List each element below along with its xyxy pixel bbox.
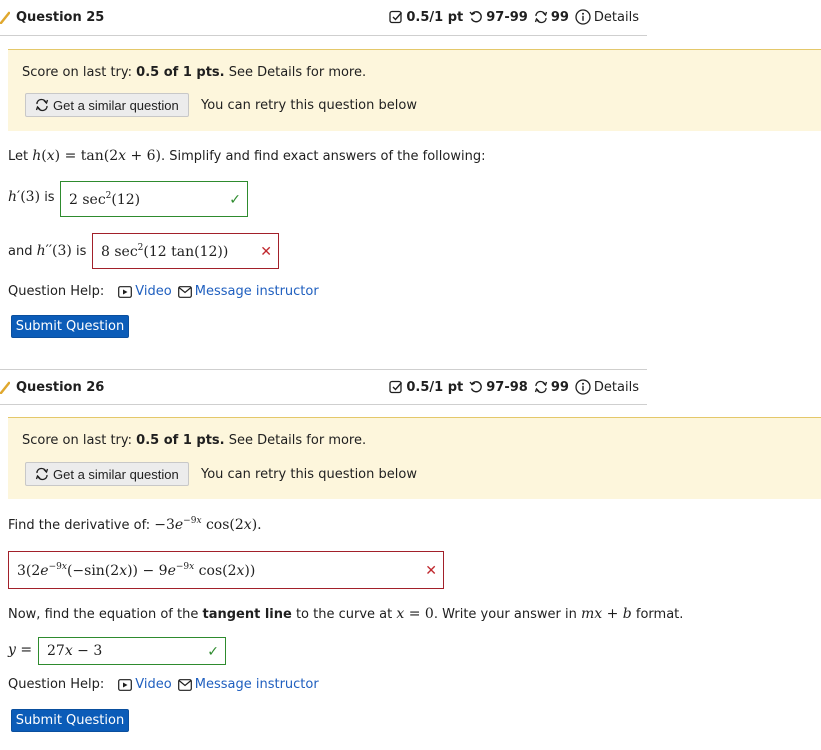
submit-question-button[interactable]: Submit Question (11, 709, 129, 732)
score-indicator: 0.5/1 pt (389, 10, 463, 25)
checkbox-icon (389, 380, 403, 394)
question-prompt: Find the derivative of: −3e−9x cos(2x). (8, 516, 262, 533)
question-prompt: Let h(x) = tan(2x + 6). Simplify and fin… (8, 148, 486, 164)
undo-icon (469, 381, 483, 393)
y-equals-label: y = (8, 642, 33, 658)
pencil-icon (0, 11, 10, 24)
video-link[interactable]: Video (118, 284, 172, 299)
video-icon (118, 678, 133, 691)
incorrect-x-icon: ✕ (425, 563, 437, 579)
part1-answer-field[interactable]: 2 sec2(12) ✓ (60, 181, 248, 217)
score-text: 0.5/1 pt (406, 379, 464, 395)
video-icon (118, 285, 133, 298)
derivative-answer-value: 3(2e−9x(−sin(2x)) − 9e−9x cos(2x)) (17, 561, 256, 579)
similar-question-button[interactable]: Get a similar question (25, 93, 189, 117)
score-line: Score on last try: 0.5 of 1 pts. See Det… (22, 433, 367, 448)
correct-check-icon: ✓ (207, 644, 219, 660)
score-text: 0.5/1 pt (406, 9, 464, 25)
retry-text: You can retry this question below (201, 98, 417, 113)
checkbox-icon (389, 10, 403, 24)
retry-icon (534, 10, 547, 24)
tangent-answer-value: 27x − 3 (47, 643, 103, 659)
part1-label: h′(3) is (8, 189, 55, 205)
pencil-icon (0, 381, 10, 394)
mail-icon (177, 285, 192, 298)
derivative-answer-field[interactable]: 3(2e−9x(−sin(2x)) − 9e−9x cos(2x)) ✕ (8, 551, 444, 589)
retry-icon (35, 467, 49, 481)
attempts-text: 97-98 (486, 379, 528, 395)
score-notice: Score on last try: 0.5 of 1 pts. See Det… (8, 49, 821, 131)
info-icon (575, 379, 591, 395)
help-label: Question Help: (8, 284, 105, 299)
attempts-text: 97-99 (486, 9, 528, 25)
similar-question-button[interactable]: Get a similar question (25, 462, 189, 486)
retries-indicator: 99 (534, 10, 569, 25)
question-25-header: Question 25 0.5/1 pt 97-99 99 Details (0, 0, 647, 36)
retry-icon (534, 380, 547, 394)
details-label: Details (593, 9, 639, 25)
score-line: Score on last try: 0.5 of 1 pts. See Det… (22, 65, 367, 80)
part1-answer-value: 2 sec2(12) (69, 190, 141, 208)
correct-check-icon: ✓ (229, 192, 241, 208)
tangent-answer-field[interactable]: 27x − 3 ✓ (38, 637, 226, 665)
video-link[interactable]: Video (118, 677, 172, 692)
details-label: Details (593, 379, 639, 395)
help-label: Question Help: (8, 677, 105, 692)
retry-text: You can retry this question below (201, 467, 417, 482)
details-link[interactable]: Details (575, 379, 639, 395)
function-expression: h(x) = tan(2x + 6) (32, 148, 162, 164)
mail-icon (177, 678, 192, 691)
part2-answer-field[interactable]: 8 sec2(12 tan(12)) ✕ (92, 233, 279, 269)
question-title: Question 26 (16, 380, 105, 395)
tangent-prompt: Now, find the equation of the tangent li… (8, 606, 684, 622)
question-26-header: Question 26 0.5/1 pt 97-98 99 Details (0, 369, 647, 405)
retries-indicator: 99 (534, 380, 569, 395)
retries-text: 99 (550, 9, 569, 25)
submit-question-button[interactable]: Submit Question (11, 315, 129, 338)
message-instructor-link[interactable]: Message instructor (177, 284, 319, 299)
attempts-indicator: 97-99 (469, 10, 528, 25)
incorrect-x-icon: ✕ (260, 244, 272, 260)
message-instructor-link[interactable]: Message instructor (177, 677, 319, 692)
function-expression: −3e−9x cos(2x). (154, 516, 262, 533)
part2-label: and h′′(3) is (8, 243, 87, 259)
attempts-indicator: 97-98 (469, 380, 528, 395)
question-title: Question 25 (16, 10, 105, 25)
part2-answer-value: 8 sec2(12 tan(12)) (101, 242, 229, 260)
details-link[interactable]: Details (575, 9, 639, 25)
question-help: Question Help: Video Message instructor (8, 677, 319, 692)
question-help: Question Help: Video Message instructor (8, 284, 319, 299)
score-indicator: 0.5/1 pt (389, 380, 463, 395)
info-icon (575, 9, 591, 25)
retries-text: 99 (550, 379, 569, 395)
score-notice: Score on last try: 0.5 of 1 pts. See Det… (8, 417, 821, 499)
retry-icon (35, 98, 49, 112)
undo-icon (469, 11, 483, 23)
